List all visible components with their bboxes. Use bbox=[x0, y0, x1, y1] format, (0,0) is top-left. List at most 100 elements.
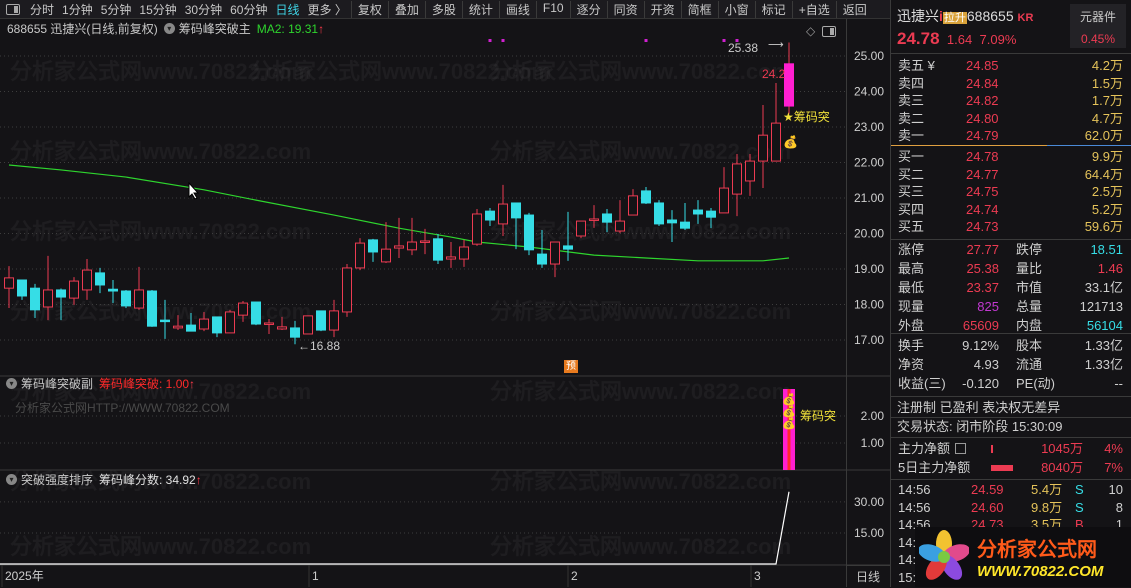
candle[interactable] bbox=[95, 272, 105, 286]
candle[interactable] bbox=[667, 219, 677, 224]
candle[interactable] bbox=[615, 220, 625, 232]
candle[interactable] bbox=[290, 327, 300, 338]
toolbar-button[interactable]: 开资 bbox=[643, 0, 681, 18]
candle[interactable] bbox=[355, 242, 365, 269]
dropdown-icon[interactable]: ▾ bbox=[6, 474, 17, 485]
forecast-badge[interactable]: 预 bbox=[564, 360, 578, 373]
candle[interactable] bbox=[433, 238, 443, 261]
period-tab[interactable]: 分时 bbox=[26, 1, 58, 18]
candle[interactable] bbox=[147, 290, 157, 327]
candle[interactable] bbox=[56, 289, 66, 298]
candle[interactable] bbox=[459, 246, 469, 260]
candle[interactable] bbox=[745, 160, 755, 182]
toolbar-button[interactable]: 画线 bbox=[498, 0, 536, 18]
panel-toggle-icon[interactable] bbox=[6, 3, 20, 15]
candle[interactable] bbox=[420, 240, 430, 243]
candle[interactable] bbox=[485, 210, 495, 221]
candle[interactable] bbox=[407, 241, 417, 251]
candle[interactable] bbox=[680, 221, 690, 229]
candle[interactable] bbox=[134, 289, 144, 309]
price-axis[interactable] bbox=[846, 19, 890, 587]
candle[interactable] bbox=[511, 202, 521, 219]
candle[interactable] bbox=[121, 290, 131, 307]
candle[interactable] bbox=[784, 63, 794, 107]
candle[interactable] bbox=[654, 202, 664, 225]
candle[interactable] bbox=[277, 326, 287, 330]
candle[interactable] bbox=[446, 256, 456, 260]
dropdown-icon[interactable]: ▾ bbox=[6, 378, 17, 389]
candle[interactable] bbox=[17, 279, 27, 297]
toolbar-button[interactable]: 小窗 bbox=[717, 0, 755, 18]
candle[interactable] bbox=[693, 209, 703, 215]
panel-toggle-icon[interactable] bbox=[822, 26, 836, 37]
toolbar-button[interactable]: 逐分 bbox=[569, 0, 607, 18]
sector-box[interactable]: 元器件 0.45% bbox=[1070, 4, 1126, 48]
candle[interactable] bbox=[576, 220, 586, 237]
candle[interactable] bbox=[303, 315, 313, 335]
toolbar-button[interactable]: 同资 bbox=[606, 0, 644, 18]
period-tab[interactable]: 更多 〉 bbox=[303, 1, 350, 18]
candle[interactable] bbox=[758, 134, 768, 162]
candle[interactable] bbox=[238, 302, 248, 316]
chart-canvas[interactable]: 25.0024.0023.0022.0021.0020.0019.0018.00… bbox=[0, 19, 890, 587]
candle[interactable] bbox=[563, 245, 573, 250]
toolbar-button[interactable]: 复权 bbox=[350, 0, 388, 18]
sub1-indicator-name[interactable]: 筹码峰突破副 bbox=[21, 375, 93, 392]
toolbar-button[interactable]: 叠加 bbox=[387, 0, 425, 18]
candle[interactable] bbox=[225, 311, 235, 334]
period-tab[interactable]: 30分钟 bbox=[181, 1, 226, 18]
dropdown-icon[interactable]: ▾ bbox=[163, 23, 175, 34]
toolbar-button[interactable]: +自选 bbox=[791, 0, 836, 18]
period-tab[interactable]: 5分钟 bbox=[97, 1, 136, 18]
toolbar-button[interactable]: 多股 bbox=[424, 0, 462, 18]
sub2-header: ▾ 突破强度排序 筹码峰分数: 34.92 ↑ bbox=[0, 471, 202, 488]
candle[interactable] bbox=[108, 288, 118, 292]
detail-icon[interactable] bbox=[955, 443, 966, 454]
candle[interactable] bbox=[524, 214, 534, 251]
candle[interactable] bbox=[251, 301, 261, 325]
candle[interactable] bbox=[472, 213, 482, 245]
period-tab[interactable]: 15分钟 bbox=[135, 1, 180, 18]
period-tab[interactable]: 日线 bbox=[271, 1, 303, 18]
candle[interactable] bbox=[589, 218, 599, 221]
candle[interactable] bbox=[186, 324, 196, 332]
candle[interactable] bbox=[641, 190, 651, 204]
candle[interactable] bbox=[342, 267, 352, 313]
candle[interactable] bbox=[381, 248, 391, 263]
candle[interactable] bbox=[4, 277, 14, 289]
candle[interactable] bbox=[69, 280, 79, 299]
candle[interactable] bbox=[628, 195, 638, 216]
candle[interactable] bbox=[706, 210, 716, 218]
candle[interactable] bbox=[771, 122, 781, 162]
toolbar-button[interactable]: 返回 bbox=[835, 0, 873, 18]
tick-count: 10 bbox=[1108, 482, 1123, 497]
candle[interactable] bbox=[43, 289, 53, 308]
candle[interactable] bbox=[173, 325, 183, 329]
toolbar-button[interactable]: 标记 bbox=[754, 0, 792, 18]
toolbar-button[interactable]: F10 bbox=[535, 0, 570, 18]
period-tab[interactable]: 60分钟 bbox=[226, 1, 271, 18]
candle[interactable] bbox=[160, 319, 170, 323]
indicator-name[interactable]: 筹码峰突破主 bbox=[179, 20, 251, 37]
candle[interactable] bbox=[329, 310, 339, 331]
candle[interactable] bbox=[82, 269, 92, 291]
candle[interactable] bbox=[368, 239, 378, 253]
candle[interactable] bbox=[316, 310, 326, 331]
candle[interactable] bbox=[498, 203, 508, 225]
candle[interactable] bbox=[199, 318, 209, 330]
candle[interactable] bbox=[30, 287, 40, 311]
candle[interactable] bbox=[537, 253, 547, 265]
sub2-indicator-name[interactable]: 突破强度排序 bbox=[21, 471, 93, 488]
diamond-icon[interactable]: ◇ bbox=[806, 24, 815, 38]
kline-chart-area[interactable]: 分析家公式网www.70822.com 分析家公式网www.70822.com … bbox=[0, 19, 890, 587]
candle[interactable] bbox=[212, 316, 222, 334]
toolbar-button[interactable]: 统计 bbox=[461, 0, 499, 18]
candle[interactable] bbox=[602, 213, 612, 223]
toolbar-button[interactable]: 简框 bbox=[680, 0, 718, 18]
candle[interactable] bbox=[732, 163, 742, 195]
candle[interactable] bbox=[264, 322, 274, 325]
candle[interactable] bbox=[719, 187, 729, 214]
period-tab[interactable]: 1分钟 bbox=[58, 1, 97, 18]
candle[interactable] bbox=[550, 241, 560, 265]
candle[interactable] bbox=[394, 245, 404, 249]
